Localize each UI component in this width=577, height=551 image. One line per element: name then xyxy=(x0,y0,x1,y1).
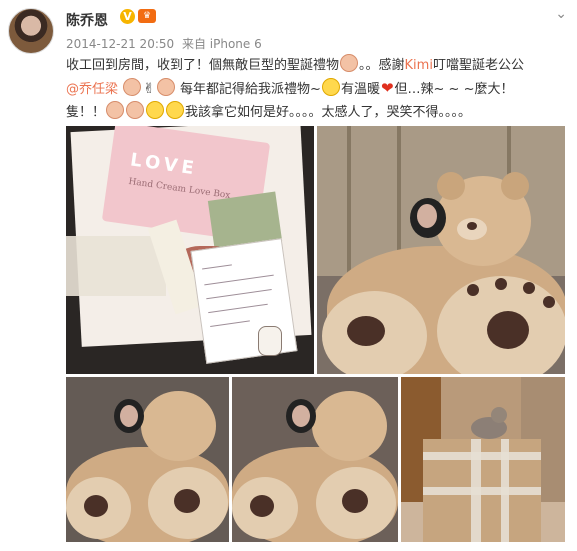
photo-bear-large[interactable] xyxy=(317,126,565,374)
post-text-segment: 每年都記得給我派禮物~ xyxy=(180,82,321,97)
post-text-segment: 但…辣~ ~ ~麼大！ xyxy=(394,82,514,97)
verified-badge-icon: V xyxy=(120,9,135,24)
avatar[interactable] xyxy=(8,8,54,54)
post-text-segment: 收工回到房間，收到了！個無敵巨型的聖誕禮物 xyxy=(66,58,340,73)
heart-emoji-icon: ❤ xyxy=(380,79,394,97)
post-text-segment: 叮噹聖誕老公公 xyxy=(432,58,524,73)
cat-sticker xyxy=(258,326,282,356)
post-text-segment: 隻！！ xyxy=(66,105,106,120)
cat-head xyxy=(491,407,507,423)
post-timestamp[interactable]: 2014-12-21 20:50 xyxy=(66,37,174,51)
chevron-down-icon[interactable]: ⌄ xyxy=(555,6,567,22)
post-source: 来自 iPhone 6 xyxy=(181,37,262,51)
pig-emoji-icon xyxy=(156,78,175,96)
post-text-segment: 我該拿它如何是好。。。。太感人了，哭笑不得。。。。 xyxy=(185,105,472,120)
shredded-paper xyxy=(66,236,166,296)
post-meta: 2014-12-21 20:50 来自 iPhone 6 xyxy=(66,35,266,52)
santa-emoji-icon xyxy=(123,78,142,96)
photo-bear-right[interactable] xyxy=(232,377,398,542)
post-text: 收工回到房間，收到了！個無敵巨型的聖誕禮物 。。感謝Kimi叮噹聖誕老公公 @乔任… xyxy=(66,54,566,124)
victory-hand-emoji-icon: ✌ xyxy=(143,81,155,97)
pig-emoji-icon xyxy=(106,101,125,119)
photo-cat-on-box[interactable] xyxy=(401,377,565,542)
photo-bear-left[interactable] xyxy=(66,377,229,542)
kimi-text: Kimi xyxy=(404,58,433,73)
pig-emoji-icon xyxy=(340,54,359,72)
user-name[interactable]: 陈乔恩 xyxy=(66,10,108,30)
dizzy-emoji-icon xyxy=(166,101,185,119)
pig-emoji-icon xyxy=(126,101,145,119)
vip-crown-icon: ♛ xyxy=(138,9,156,23)
post-text-segment: 有溫暖 xyxy=(340,82,380,97)
dizzy-emoji-icon xyxy=(146,101,165,119)
photo-gift-box[interactable]: LOVE Hand Cream Love Box xyxy=(66,126,314,374)
post-text-segment: 。。感謝 xyxy=(359,58,405,73)
mention-link[interactable]: @乔任梁 xyxy=(66,82,118,97)
grin-emoji-icon xyxy=(321,78,340,96)
